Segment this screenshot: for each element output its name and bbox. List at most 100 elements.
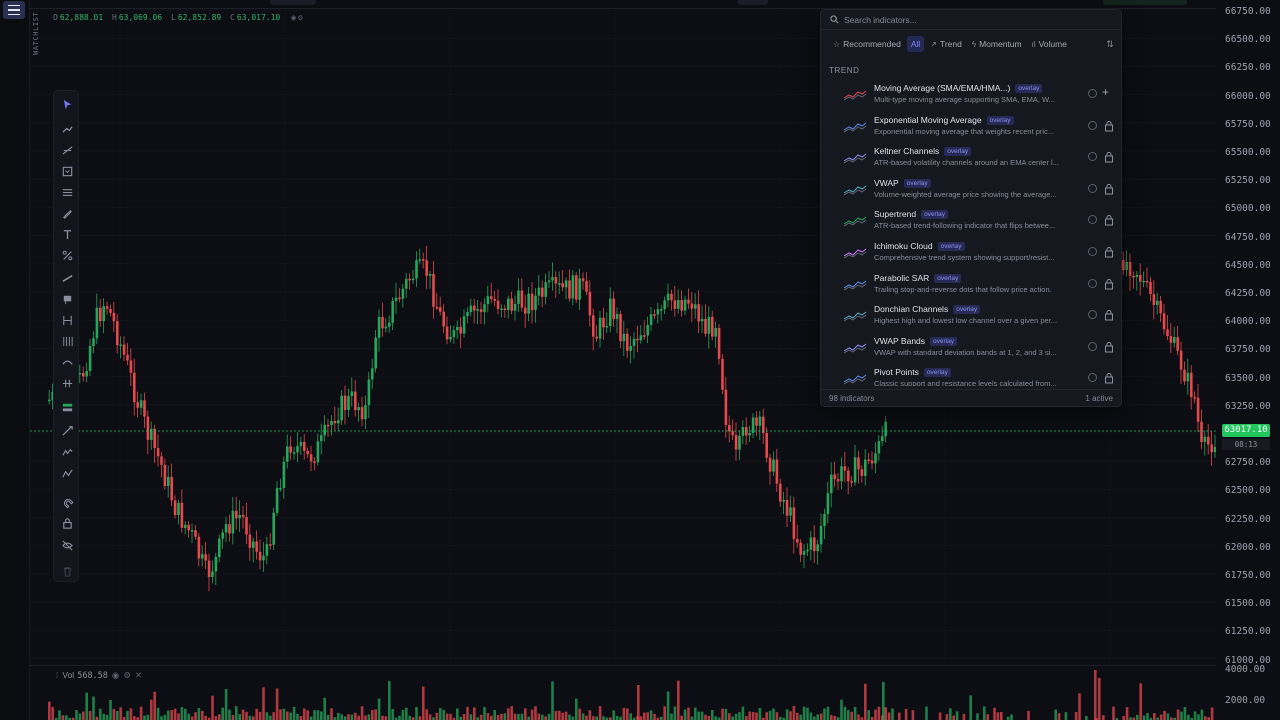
drag-handle-icon[interactable]: ⁞ xyxy=(56,670,58,680)
trash-icon[interactable] xyxy=(57,562,77,580)
volume-bar xyxy=(167,710,170,720)
info-icon[interactable] xyxy=(1088,183,1097,193)
add-icon[interactable]: + xyxy=(1102,85,1109,99)
candle xyxy=(476,309,479,311)
indicator-item[interactable]: Pivot Points overlay Classic support and r… xyxy=(821,364,1121,386)
hide-icon[interactable] xyxy=(57,536,77,554)
indicator-name: VWAP Bands overlay xyxy=(874,336,957,346)
channel-icon[interactable] xyxy=(57,332,77,350)
tab-recommended[interactable]: ☆ Recommended xyxy=(829,36,905,52)
pattern-icon[interactable] xyxy=(57,443,77,461)
lock-icon[interactable] xyxy=(1104,214,1114,226)
candle xyxy=(442,311,445,327)
info-icon[interactable] xyxy=(1088,215,1097,225)
info-icon[interactable] xyxy=(1088,246,1097,256)
lock-icon[interactable] xyxy=(1104,183,1114,195)
volume-bar xyxy=(666,691,670,720)
lock-icon[interactable] xyxy=(1104,341,1114,353)
tab-volume[interactable]: ıl Volume xyxy=(1028,36,1071,52)
candle xyxy=(163,464,167,487)
indicator-item[interactable]: VWAP overlay Volume-weighted average price… xyxy=(821,175,1121,207)
candle xyxy=(1162,313,1166,330)
eye-icon[interactable]: ◉ xyxy=(112,670,119,680)
wave-icon[interactable] xyxy=(57,464,77,482)
menu-icon[interactable] xyxy=(3,1,25,19)
fib-icon[interactable] xyxy=(57,183,77,201)
candle xyxy=(286,446,289,462)
lock-icon[interactable] xyxy=(1104,278,1114,290)
toolbar-button[interactable] xyxy=(1103,0,1187,5)
indicator-item[interactable]: Supertrend overlay ATR-based trend-followi… xyxy=(821,206,1121,238)
lock-icon[interactable] xyxy=(57,514,77,532)
brush-icon[interactable] xyxy=(57,421,77,439)
rectangle-icon[interactable] xyxy=(57,162,77,180)
tab-momentum[interactable]: ϟ Momentum xyxy=(968,36,1026,52)
indicator-item[interactable]: VWAP Bands overlay VWAP with standard devi… xyxy=(821,333,1121,365)
gear-icon[interactable]: ⚙ xyxy=(123,670,131,680)
pencil-icon[interactable] xyxy=(57,204,77,222)
trendline-icon[interactable] xyxy=(57,120,77,138)
volume-bar xyxy=(425,709,428,720)
candle xyxy=(299,442,303,447)
volume-bar xyxy=(653,713,656,720)
candle xyxy=(184,524,187,528)
ruler-icon[interactable] xyxy=(57,269,77,287)
toolbar-button[interactable] xyxy=(270,0,316,5)
eye-icon[interactable]: ◉ xyxy=(291,13,296,22)
tab-all[interactable]: All xyxy=(906,36,925,52)
info-icon[interactable] xyxy=(1088,278,1097,288)
close-icon[interactable]: ✕ xyxy=(135,670,142,680)
indicator-item[interactable]: Parabolic SAR overlay Trailing stop-and-re… xyxy=(821,270,1121,302)
volume-bar xyxy=(449,713,452,720)
indicator-icon[interactable] xyxy=(57,398,77,416)
indicator-search-input[interactable] xyxy=(844,14,1104,25)
candle xyxy=(1190,372,1193,398)
indicator-list[interactable]: Moving Average (SMA/EMA/HMA...) overlay Mu… xyxy=(821,80,1121,386)
info-icon[interactable] xyxy=(1088,152,1097,162)
indicator-item[interactable]: Donchian Channels overlay Highest high and… xyxy=(821,301,1121,333)
indicator-preview-icon xyxy=(843,185,867,196)
curve-icon[interactable] xyxy=(57,353,77,371)
info-icon[interactable] xyxy=(1088,341,1097,351)
volume-bar xyxy=(945,714,949,720)
text-icon[interactable] xyxy=(57,225,77,243)
info-icon[interactable] xyxy=(1088,310,1097,320)
lock-icon[interactable] xyxy=(1104,120,1114,132)
candle xyxy=(371,368,374,380)
overlay-badge: overlay xyxy=(937,241,965,251)
lock-icon[interactable] xyxy=(1104,151,1114,163)
candle xyxy=(874,453,877,464)
volume-bar xyxy=(585,715,588,720)
lock-icon[interactable] xyxy=(1104,246,1114,258)
candle xyxy=(306,450,309,455)
sort-icon[interactable]: ⇅ xyxy=(1104,38,1116,50)
indicator-item[interactable]: Keltner Channels overlay ATR-based volatil… xyxy=(821,143,1121,175)
ray-icon[interactable] xyxy=(57,141,77,159)
volume-bar xyxy=(350,714,354,720)
crossline-icon[interactable] xyxy=(57,374,77,392)
indicator-item[interactable]: Exponential Moving Average overlay Exponen… xyxy=(821,112,1121,144)
lock-icon[interactable] xyxy=(1104,309,1114,321)
lock-icon[interactable] xyxy=(1104,372,1114,384)
magnet-icon[interactable] xyxy=(57,493,77,511)
candle xyxy=(1196,397,1200,422)
price-axis[interactable]: 66750.00 66500.00 66250.00 66000.00 65750.00… xyxy=(1216,0,1280,720)
percent-icon[interactable] xyxy=(57,246,77,264)
note-icon[interactable] xyxy=(57,290,77,308)
info-icon[interactable] xyxy=(1088,120,1097,130)
gear-icon[interactable]: ⚙ xyxy=(298,13,303,22)
info-icon[interactable] xyxy=(1088,373,1097,383)
cursor-icon[interactable] xyxy=(57,95,77,113)
watchlist-toggle[interactable]: WATCHLIST xyxy=(32,10,44,55)
volume-bar xyxy=(252,716,255,720)
info-icon[interactable] xyxy=(1088,89,1097,98)
toolbar-button[interactable] xyxy=(738,0,768,5)
volume-bar xyxy=(405,707,408,720)
indicator-item[interactable]: Ichimoku Cloud overlay Comprehensive trend… xyxy=(821,238,1121,270)
vertical-line-icon[interactable] xyxy=(57,311,77,329)
volume-bar xyxy=(388,680,391,720)
pane-separator[interactable] xyxy=(30,665,1216,666)
volume-bar xyxy=(643,712,646,720)
tab-trend[interactable]: ↗ Trend xyxy=(926,36,966,52)
indicator-item[interactable]: Moving Average (SMA/EMA/HMA...) overlay Mu… xyxy=(821,80,1121,112)
